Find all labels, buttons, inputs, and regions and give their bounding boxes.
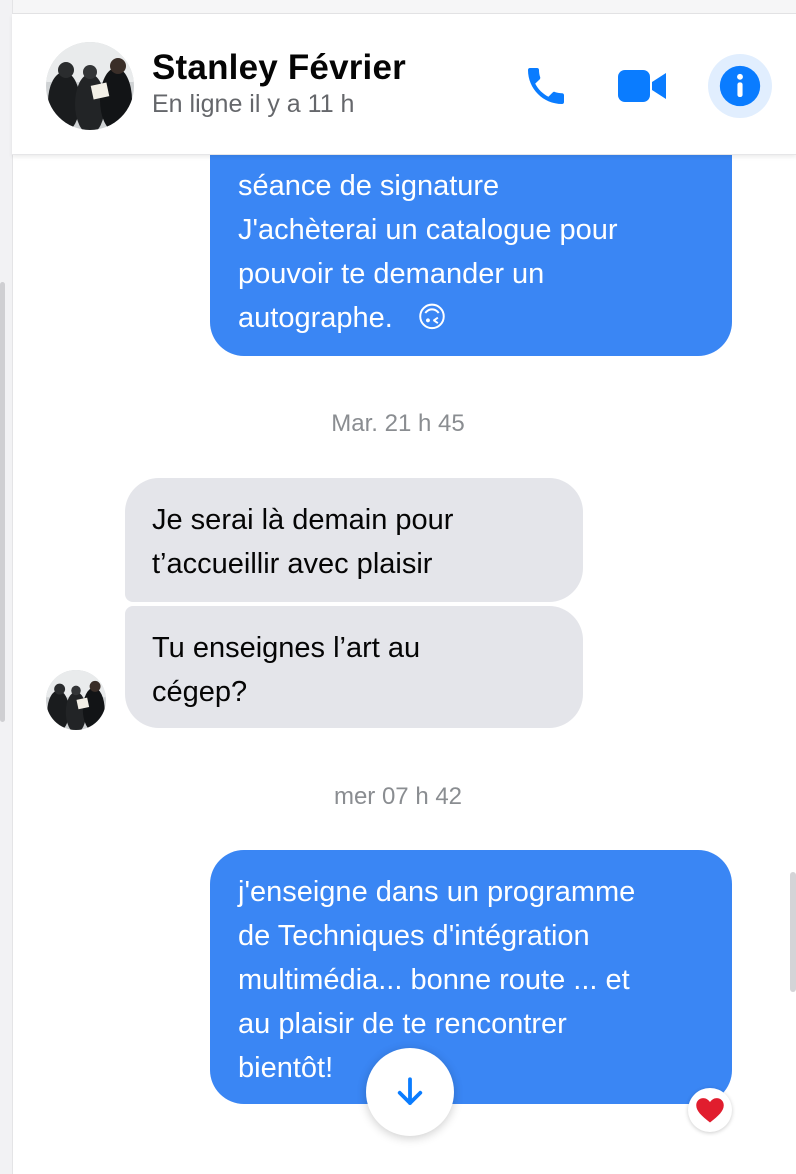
- scroll-to-bottom-button[interactable]: [366, 1048, 454, 1136]
- message-line: J'achèterai un catalogue pour: [238, 214, 618, 246]
- message-bubble-outgoing[interactable]: j'enseigne dans un programme de Techniqu…: [210, 850, 732, 1104]
- contact-avatar[interactable]: [46, 42, 134, 130]
- message-line: cégep?: [152, 676, 248, 708]
- left-scrollbar[interactable]: [0, 282, 5, 722]
- message-line: séance de signature: [238, 170, 500, 202]
- message-text: autographe.: [238, 302, 393, 334]
- sender-avatar[interactable]: [46, 670, 106, 730]
- message-line: autographe. 🙃: [238, 296, 708, 340]
- timestamp: Mar. 21 h 45: [331, 410, 465, 437]
- reaction-badge[interactable]: ❤️: [688, 1088, 732, 1132]
- message-line: au plaisir de te rencontrer: [238, 1008, 567, 1040]
- contact-status: En ligne il y a 11 h: [152, 90, 355, 118]
- arrow-down-icon: [397, 1077, 423, 1105]
- info-button[interactable]: [708, 54, 772, 118]
- video-camera-icon: [618, 70, 666, 102]
- message-line: t’accueillir avec plaisir: [152, 548, 433, 580]
- chat-header: Stanley Février En ligne il y a 11 h: [12, 14, 796, 155]
- message-line: pouvoir te demander un: [238, 258, 545, 290]
- phone-icon: [528, 68, 564, 104]
- contact-name[interactable]: Stanley Février: [152, 48, 406, 88]
- video-call-button[interactable]: [610, 54, 674, 118]
- message-line: Je serai là demain pour: [152, 504, 454, 536]
- message-line: bientôt!: [238, 1052, 334, 1084]
- upside-down-face-emoji-icon: 🙃: [416, 302, 448, 334]
- heart-icon: [696, 1098, 724, 1123]
- message-bubble-incoming[interactable]: Je serai là demain pour t’accueillir ave…: [125, 478, 583, 602]
- message-line: Tu enseignes l’art au: [152, 632, 421, 664]
- message-line: multimédia... bonne route ... et: [238, 964, 630, 996]
- timestamp: mer 07 h 42: [333, 783, 463, 810]
- message-line: j'enseigne dans un programme: [238, 876, 636, 908]
- right-scrollbar[interactable]: [790, 872, 796, 992]
- top-strip: [0, 0, 796, 14]
- info-icon: [719, 65, 761, 107]
- message-bubble-incoming[interactable]: Tu enseignes l’art au cégep?: [125, 606, 583, 728]
- call-button[interactable]: [514, 54, 578, 118]
- message-line: de Techniques d'intégration: [238, 920, 590, 952]
